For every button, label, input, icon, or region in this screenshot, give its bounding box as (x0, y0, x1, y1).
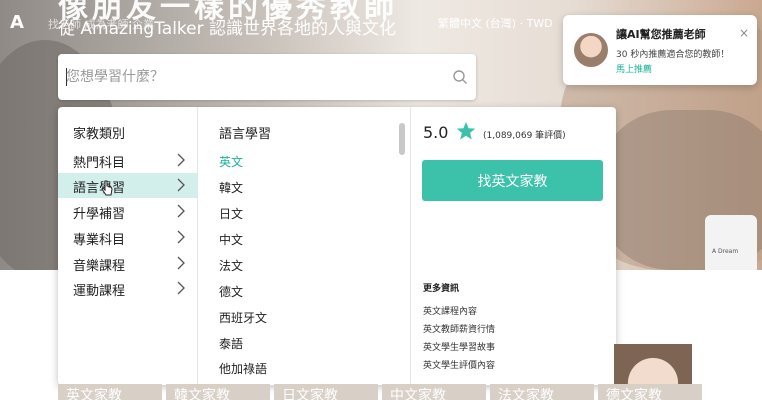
tutor-category-cards: 英文家教 韓文家教 日文家教 中文家教 法文家教 德文家教 (58, 384, 762, 400)
category-label: 音樂課程 (73, 259, 126, 274)
more-info-link[interactable]: 英文學生評價內容 (423, 358, 495, 371)
chevron-right-icon (177, 178, 185, 192)
rating-score: 5.0 (423, 123, 449, 142)
category-label: 專業科目 (73, 233, 126, 248)
mug-text: A Dream (712, 248, 739, 255)
hand-cursor-icon (101, 180, 113, 196)
card-label: 中文家教 (390, 388, 446, 400)
language-scrollbar[interactable] (399, 123, 405, 155)
card-label: 韓文家教 (174, 388, 230, 400)
category-item-popular[interactable]: 熱門科目 (58, 148, 198, 173)
more-info-link[interactable]: 英文課程內容 (423, 304, 477, 317)
category-item-professional[interactable]: 專業科目 (58, 225, 198, 250)
search-box[interactable] (58, 54, 476, 100)
language-item-korean[interactable]: 韓文 (219, 179, 243, 196)
close-icon[interactable]: × (739, 26, 749, 40)
hero-subheadline: 從 AmazingTalker 認識世界各地的人與文化 (58, 19, 397, 39)
recommend-now-link[interactable]: 馬上推薦 (616, 62, 652, 75)
card-french[interactable]: 法文家教 (490, 384, 594, 400)
more-info-link[interactable]: 英文學生學習故事 (423, 340, 495, 353)
search-input[interactable] (66, 64, 436, 90)
more-info-link[interactable]: 英文教師薪資行情 (423, 322, 495, 335)
popup-description: 30 秒內推薦適合您的教師！ (616, 50, 730, 60)
card-korean[interactable]: 韓文家教 (166, 384, 270, 400)
review-count: (1,089,069 筆評價) (483, 131, 566, 141)
card-label: 法文家教 (498, 388, 554, 400)
language-item-spanish[interactable]: 西班牙文 (219, 309, 267, 326)
category-heading: 家教類別 (73, 127, 126, 142)
amazingtalker-logo[interactable]: A (10, 12, 24, 33)
language-column: 語言學習 英文 韓文 日文 中文 法文 德文 西班牙文 泰語 他加祿語 (198, 107, 410, 385)
card-label: 英文家教 (66, 388, 122, 400)
language-item-tagalog[interactable]: 他加祿語 (219, 360, 267, 377)
language-item-thai[interactable]: 泰語 (219, 335, 243, 352)
chevron-right-icon (177, 204, 185, 218)
category-label: 熱門科目 (73, 156, 126, 171)
category-label: 升學補習 (73, 207, 126, 222)
category-item-exam-prep[interactable]: 升學補習 (58, 199, 198, 224)
language-item-chinese[interactable]: 中文 (219, 231, 243, 248)
language-selector[interactable]: 繁體中文 (台灣) · TWD (438, 15, 553, 31)
card-chinese[interactable]: 中文家教 (382, 384, 486, 400)
category-item-language[interactable]: 語言學習 (58, 173, 198, 198)
category-column: 家教類別 熱門科目 語言學習 升學補習 專業科目 音樂課程 運動課程 (58, 107, 198, 385)
popup-title: 讓AI幫您推薦老師 (616, 28, 706, 41)
star-icon (456, 122, 476, 140)
chevron-right-icon (177, 281, 185, 295)
category-label: 運動課程 (73, 284, 126, 299)
chevron-right-icon (177, 230, 185, 244)
language-item-french[interactable]: 法文 (219, 257, 243, 274)
category-item-sports[interactable]: 運動課程 (58, 276, 198, 301)
more-info-heading: 更多資訊 (423, 284, 460, 294)
ai-recommend-popup: 讓AI幫您推薦老師 30 秒內推薦適合您的教師！ 馬上推薦 × (563, 15, 757, 85)
category-dropdown: 家教類別 熱門科目 語言學習 升學補習 專業科目 音樂課程 運動課程 語言學習 … (58, 107, 616, 385)
mug-image (705, 215, 757, 270)
language-detail-column: 5.0 (1,089,069 筆評價) 找英文家教 更多資訊 英文課程內容 英文… (410, 107, 616, 385)
avatar (574, 33, 608, 67)
card-label: 日文家教 (282, 388, 338, 400)
find-english-tutor-button[interactable]: 找英文家教 (422, 160, 603, 201)
chevron-right-icon (177, 256, 185, 270)
card-japanese[interactable]: 日文家教 (274, 384, 378, 400)
card-german[interactable]: 德文家教 (598, 384, 702, 400)
card-label: 德文家教 (606, 388, 662, 400)
language-item-english[interactable]: 英文 (219, 153, 243, 170)
card-english[interactable]: 英文家教 (58, 384, 162, 400)
language-item-japanese[interactable]: 日文 (219, 205, 243, 222)
chevron-right-icon (177, 153, 185, 167)
search-icon[interactable] (452, 69, 468, 85)
category-item-music[interactable]: 音樂課程 (58, 251, 198, 276)
category-label: 語言學習 (73, 181, 126, 196)
language-heading: 語言學習 (219, 127, 272, 142)
language-item-german[interactable]: 德文 (219, 283, 243, 300)
